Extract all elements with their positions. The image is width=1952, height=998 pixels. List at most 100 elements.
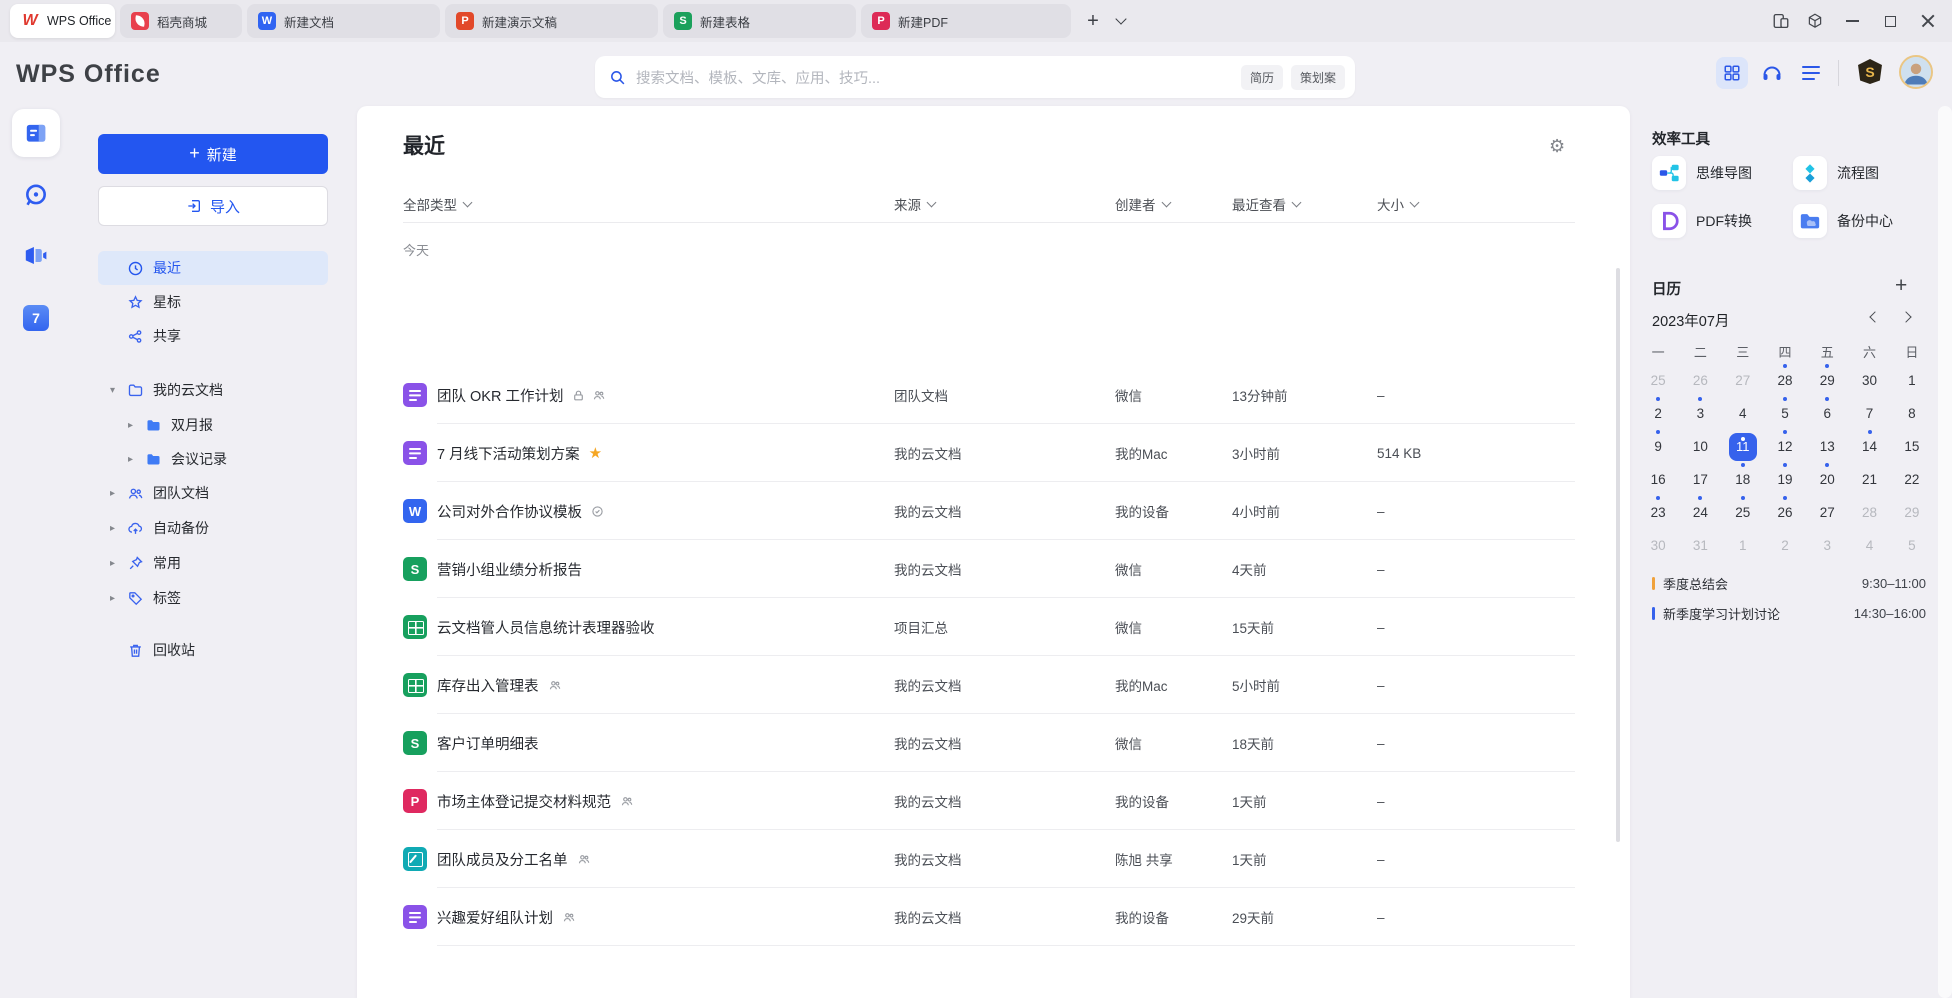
calendar-day[interactable]: 5 (1891, 529, 1933, 562)
caret-right-icon[interactable]: ▸ (110, 523, 126, 534)
calendar-day[interactable]: 23 (1637, 496, 1679, 529)
calendar-day[interactable]: 25 (1637, 364, 1679, 397)
caret-right-icon[interactable]: ▸ (110, 558, 126, 569)
calendar-day[interactable]: 15 (1891, 430, 1933, 463)
calendar-day[interactable]: 14 (1848, 430, 1890, 463)
file-name[interactable]: 市场主体登记提交材料规范 (437, 791, 611, 812)
file-row[interactable]: 库存出入管理表 我的云文档 我的Mac 5小时前 – (403, 656, 1575, 714)
caret-right-icon[interactable]: ▸ (110, 593, 126, 604)
file-row[interactable]: 兴趣爱好组队计划 我的云文档 我的设备 29天前 – (403, 888, 1575, 946)
sidebar-item-bimonthly-report[interactable]: ▸ 双月报 (98, 408, 328, 442)
tab-new-spreadsheet[interactable]: S 新建表格 (663, 4, 856, 38)
file-row[interactable]: 云文档管人员信息统计表理器验收 项目汇总 微信 15天前 – (403, 598, 1575, 656)
file-name[interactable]: 团队 OKR 工作计划 (437, 385, 563, 406)
calendar-day[interactable]: 26 (1679, 364, 1721, 397)
file-name[interactable]: 库存出入管理表 (437, 675, 539, 696)
calendar-day[interactable]: 27 (1722, 364, 1764, 397)
caret-down-icon[interactable]: ▾ (110, 385, 126, 396)
file-name[interactable]: 营销小组业绩分析报告 (437, 559, 582, 580)
caret-right-icon[interactable]: ▸ (128, 420, 144, 431)
sidebar-item-auto-backup[interactable]: ▸ 自动备份 (98, 511, 328, 545)
file-row[interactable]: W 公司对外合作协议模板 我的云文档 我的设备 4小时前 – (403, 482, 1575, 540)
calendar-day[interactable]: 16 (1637, 463, 1679, 496)
filter-source[interactable]: 来源 (894, 194, 935, 214)
calendar-day[interactable]: 12 (1764, 430, 1806, 463)
calendar-day[interactable]: 26 (1764, 496, 1806, 529)
calendar-day[interactable]: 6 (1806, 397, 1848, 430)
calendar-day[interactable]: 4 (1848, 529, 1890, 562)
calendar-day[interactable]: 3 (1679, 397, 1721, 430)
file-row[interactable]: 团队成员及分工名单 我的云文档 陈旭 共享 1天前 – (403, 830, 1575, 888)
sidebar-item-tags[interactable]: ▸ 标签 (98, 581, 328, 615)
calendar-day[interactable]: 19 (1764, 463, 1806, 496)
panel-scrollbar-track[interactable] (1938, 106, 1952, 998)
calendar-event[interactable]: 季度总结会 9:30–11:00 (1652, 572, 1926, 594)
tab-wps-office[interactable]: W WPS Office (10, 4, 115, 38)
calendar-next-button[interactable] (1898, 308, 1916, 326)
calendar-prev-button[interactable] (1864, 308, 1882, 326)
calendar-day[interactable]: 4 (1722, 397, 1764, 430)
close-button[interactable] (1919, 12, 1937, 30)
import-button[interactable]: 导入 (98, 186, 328, 226)
calendar-day[interactable]: 24 (1679, 496, 1721, 529)
tab-new-document[interactable]: W 新建文档 (247, 4, 440, 38)
new-tab-button[interactable]: + (1080, 8, 1106, 34)
file-name[interactable]: 团队成员及分工名单 (437, 849, 568, 870)
calendar-day[interactable]: 21 (1848, 463, 1890, 496)
search-tag-plan[interactable]: 策划案 (1291, 65, 1345, 90)
file-row[interactable]: S 客户订单明细表 我的云文档 微信 18天前 – (403, 714, 1575, 772)
minimize-button[interactable] (1843, 12, 1861, 30)
sidebar-item-meeting-notes[interactable]: ▸ 会议记录 (98, 442, 328, 476)
calendar-day[interactable]: 17 (1679, 463, 1721, 496)
tab-list-chevron-icon[interactable] (1108, 8, 1134, 34)
maximize-button[interactable] (1881, 12, 1899, 30)
calendar-day[interactable]: 30 (1848, 364, 1890, 397)
search-bar[interactable]: 搜索文档、模板、文库、应用、技巧... 简历 策划案 (595, 56, 1355, 98)
rail-docs-active[interactable] (12, 109, 60, 157)
calendar-day[interactable]: 29 (1806, 364, 1848, 397)
calendar-add-button[interactable]: + (1895, 274, 1907, 298)
calendar-day[interactable]: 3 (1806, 529, 1848, 562)
file-row[interactable]: S 营销小组业绩分析报告 我的云文档 微信 4天前 – (403, 540, 1575, 598)
scrollbar[interactable] (1616, 268, 1620, 842)
sidebar-item-my-cloud-docs[interactable]: ▾ 我的云文档 (98, 373, 328, 407)
calendar-day[interactable]: 9 (1637, 430, 1679, 463)
calendar-day[interactable]: 10 (1679, 430, 1721, 463)
tab-new-pdf[interactable]: P 新建PDF (861, 4, 1071, 38)
menu-button[interactable] (1802, 66, 1820, 84)
sidebar-item-frequent[interactable]: ▸ 常用 (98, 546, 328, 580)
star-filled-icon[interactable]: ★ (589, 446, 602, 461)
file-row[interactable]: P 市场主体登记提交材料规范 我的云文档 我的设备 1天前 – (403, 772, 1575, 830)
sidebar-item-shared[interactable]: 共享 (98, 319, 328, 353)
rail-apps-icon[interactable] (23, 367, 49, 393)
file-name[interactable]: 7 月线下活动策划方案 (437, 443, 580, 464)
caret-right-icon[interactable]: ▸ (110, 488, 126, 499)
tool-pdf-convert[interactable]: PDF转换 (1652, 204, 1752, 238)
rail-meeting[interactable] (22, 242, 48, 268)
tool-flowchart[interactable]: 流程图 (1793, 156, 1879, 190)
calendar-day[interactable]: 30 (1637, 529, 1679, 562)
calendar-day[interactable]: 1 (1722, 529, 1764, 562)
file-name[interactable]: 客户订单明细表 (437, 733, 539, 754)
calendar-day[interactable]: 28 (1764, 364, 1806, 397)
sidebar-item-recent[interactable]: 最近 (98, 251, 328, 285)
filter-type[interactable]: 全部类型 (403, 194, 471, 214)
calendar-day[interactable]: 11 (1722, 430, 1764, 463)
calendar-day[interactable]: 20 (1806, 463, 1848, 496)
new-button[interactable]: + 新建 (98, 134, 328, 174)
sidebar-item-starred[interactable]: 星标 (98, 285, 328, 319)
file-name[interactable]: 云文档管人员信息统计表理器验收 (437, 617, 655, 638)
gear-icon[interactable]: ⚙ (1549, 136, 1565, 157)
filter-creator[interactable]: 创建者 (1115, 194, 1170, 214)
file-row[interactable]: 7 月线下活动策划方案 ★ 我的云文档 我的Mac 3小时前 514 KB (403, 424, 1575, 482)
filter-size[interactable]: 大小 (1377, 194, 1418, 214)
file-row[interactable]: 团队 OKR 工作计划 团队文档 微信 13分钟前 – (403, 366, 1575, 424)
search-input[interactable]: 搜索文档、模板、文库、应用、技巧... (636, 67, 1233, 88)
filter-last-viewed[interactable]: 最近查看 (1232, 194, 1300, 214)
calendar-day[interactable]: 27 (1806, 496, 1848, 529)
tab-new-presentation[interactable]: P 新建演示文稿 (445, 4, 658, 38)
devices-icon[interactable] (1772, 12, 1790, 30)
calendar-day[interactable]: 8 (1891, 397, 1933, 430)
tab-docer-mall[interactable]: 稻壳商城 (120, 4, 242, 38)
support-headset-button[interactable] (1760, 61, 1784, 85)
